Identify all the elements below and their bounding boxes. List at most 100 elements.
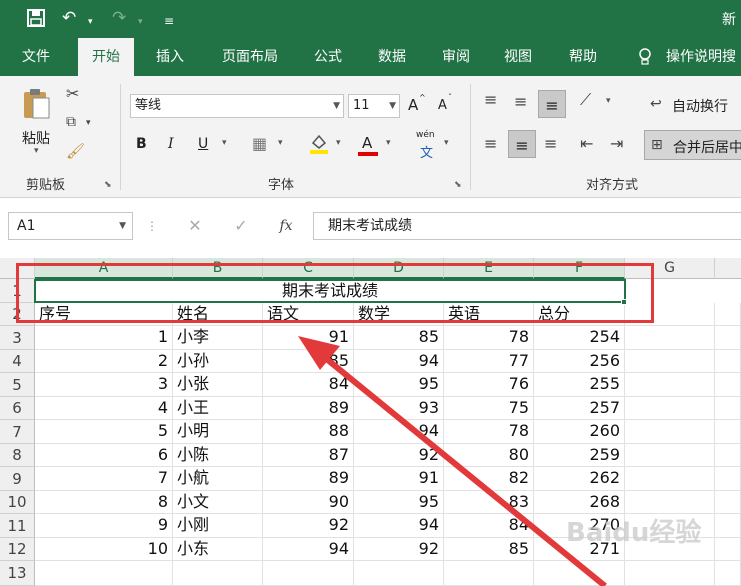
cell[interactable]: 小明 xyxy=(173,420,263,444)
merge-center-button[interactable]: ⊞ 合并后居中 xyxy=(644,130,741,160)
save-icon[interactable] xyxy=(26,8,46,33)
copy-icon[interactable]: ⧉ xyxy=(66,114,76,130)
phonetic-guide-button[interactable]: 文 xyxy=(420,142,433,161)
cell[interactable]: 262 xyxy=(534,467,625,491)
font-name-select[interactable]: 等线 ▼ xyxy=(130,94,344,118)
row-header[interactable]: 13 xyxy=(0,561,35,586)
increase-font-size-button[interactable]: A xyxy=(408,96,418,114)
undo-icon[interactable]: ↶ xyxy=(62,8,76,28)
fill-color-icon[interactable] xyxy=(308,132,330,158)
cell[interactable]: 76 xyxy=(444,373,534,397)
cell[interactable]: 3 xyxy=(35,373,173,397)
cell[interactable]: 92 xyxy=(354,444,444,467)
paste-icon[interactable] xyxy=(18,86,54,120)
cell[interactable]: 84 xyxy=(263,373,354,397)
font-color-button[interactable]: A xyxy=(362,134,372,152)
cell[interactable]: 85 xyxy=(444,538,534,561)
align-middle-icon[interactable]: ≡ xyxy=(514,92,527,111)
borders-dropdown-icon[interactable]: ▾ xyxy=(278,138,283,148)
copy-dropdown-icon[interactable]: ▾ xyxy=(86,118,91,128)
cell[interactable]: 10 xyxy=(35,538,173,561)
row-header[interactable]: 10 xyxy=(0,491,35,514)
cell[interactable]: 78 xyxy=(444,420,534,444)
cell[interactable]: 5 xyxy=(35,420,173,444)
cell[interactable]: 小李 xyxy=(173,326,263,350)
increase-indent-icon[interactable]: ⇥ xyxy=(610,134,623,153)
cell[interactable] xyxy=(625,373,715,397)
fill-color-dropdown-icon[interactable]: ▾ xyxy=(336,138,341,148)
align-left-icon[interactable]: ≡ xyxy=(484,134,497,153)
tab-formulas[interactable]: 公式 xyxy=(302,38,354,76)
font-color-dropdown-icon[interactable]: ▾ xyxy=(386,138,391,148)
tab-page-layout[interactable]: 页面布局 xyxy=(208,38,292,76)
enter-button[interactable]: ✓ xyxy=(230,212,252,240)
cell[interactable] xyxy=(715,538,741,561)
row-header[interactable]: 6 xyxy=(0,397,35,420)
cell[interactable]: 84 xyxy=(444,514,534,538)
name-box[interactable]: A1 ▼ xyxy=(8,212,133,240)
cell[interactable]: 255 xyxy=(534,373,625,397)
insert-function-button[interactable]: fx xyxy=(274,212,298,240)
redo-icon[interactable]: ↷ xyxy=(112,8,126,28)
cell[interactable]: 254 xyxy=(534,326,625,350)
cell[interactable] xyxy=(354,561,444,586)
phonetic-dropdown-icon[interactable]: ▾ xyxy=(444,138,449,148)
cell[interactable]: 8 xyxy=(35,491,173,514)
tab-file[interactable]: 文件 xyxy=(8,38,64,76)
cell[interactable]: 2 xyxy=(35,350,173,373)
undo-dropdown-icon[interactable]: ▾ xyxy=(88,12,93,32)
cell[interactable]: 91 xyxy=(354,467,444,491)
redo-dropdown-icon[interactable]: ▾ xyxy=(138,12,143,32)
cell[interactable] xyxy=(715,373,741,397)
cell[interactable]: 小孙 xyxy=(173,350,263,373)
orientation-dropdown-icon[interactable]: ▾ xyxy=(606,96,611,106)
row-header[interactable]: 9 xyxy=(0,467,35,491)
tell-me-search[interactable]: 操作说明搜 xyxy=(666,38,741,76)
cell[interactable] xyxy=(625,326,715,350)
format-painter-icon[interactable]: 🖌 xyxy=(66,142,85,160)
cell[interactable]: 82 xyxy=(444,467,534,491)
cell[interactable] xyxy=(715,514,741,538)
wrap-text-button[interactable]: 自动换行 xyxy=(672,96,728,116)
cell[interactable] xyxy=(625,444,715,467)
cell[interactable]: 89 xyxy=(263,397,354,420)
cell[interactable] xyxy=(625,420,715,444)
cell[interactable]: 小王 xyxy=(173,397,263,420)
cell[interactable] xyxy=(715,561,741,586)
bold-button[interactable]: B xyxy=(136,136,147,152)
italic-button[interactable]: I xyxy=(168,136,174,152)
cell[interactable] xyxy=(715,397,741,420)
underline-button[interactable]: U xyxy=(198,136,208,152)
cell[interactable] xyxy=(263,561,354,586)
cell[interactable]: 87 xyxy=(263,444,354,467)
cell[interactable]: 94 xyxy=(354,514,444,538)
tab-insert[interactable]: 插入 xyxy=(142,38,198,76)
row-header[interactable]: 4 xyxy=(0,350,35,373)
borders-icon[interactable]: ▦ xyxy=(252,134,267,153)
cell[interactable]: 78 xyxy=(444,326,534,350)
cell[interactable] xyxy=(715,326,741,350)
cell[interactable]: 93 xyxy=(354,397,444,420)
paste-label[interactable]: 粘贴 xyxy=(22,128,50,148)
cell[interactable]: 89 xyxy=(263,467,354,491)
cell[interactable]: 83 xyxy=(444,491,534,514)
cell[interactable]: 9 xyxy=(35,514,173,538)
cell[interactable]: 小文 xyxy=(173,491,263,514)
row-header[interactable]: 3 xyxy=(0,326,35,350)
phonetic-pinyin-label[interactable]: wén xyxy=(416,130,435,140)
cell[interactable]: 85 xyxy=(354,326,444,350)
cell[interactable]: 91 xyxy=(263,326,354,350)
font-size-select[interactable]: 11 ▼ xyxy=(348,94,400,118)
row-header[interactable]: 11 xyxy=(0,514,35,538)
cell[interactable] xyxy=(715,467,741,491)
cell[interactable] xyxy=(534,561,625,586)
cell[interactable] xyxy=(715,350,741,373)
align-top-icon[interactable]: ≡ xyxy=(484,90,497,109)
cell[interactable]: 88 xyxy=(263,420,354,444)
row-header[interactable]: 7 xyxy=(0,420,35,444)
cell[interactable]: 94 xyxy=(354,420,444,444)
cell[interactable]: 256 xyxy=(534,350,625,373)
cell[interactable]: 80 xyxy=(444,444,534,467)
cell[interactable]: 259 xyxy=(534,444,625,467)
customize-toolbar-icon[interactable]: ≡ xyxy=(164,11,174,31)
